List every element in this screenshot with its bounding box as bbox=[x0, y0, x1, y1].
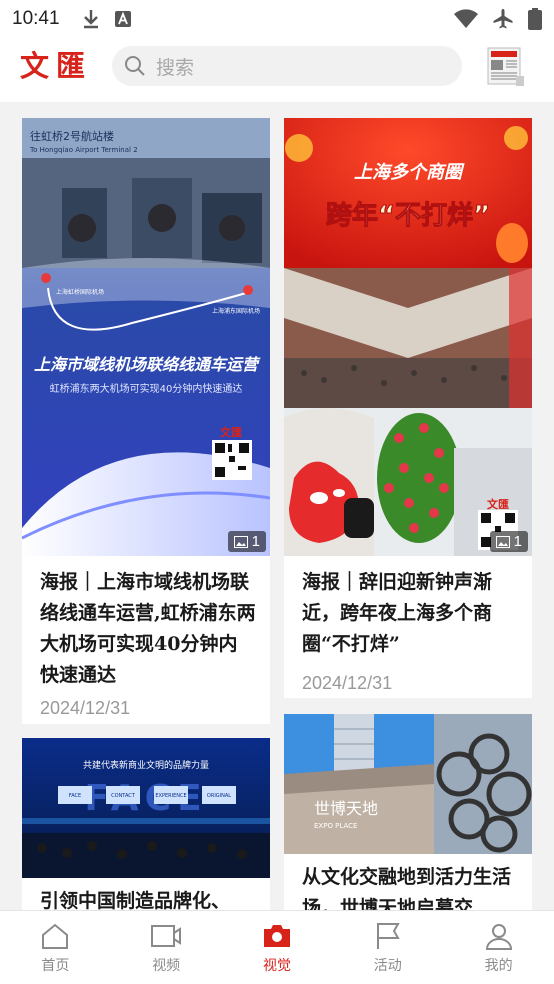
building-sign-en: EXPO PLACE bbox=[314, 822, 357, 830]
article-card[interactable]: 往虹桥2号航站楼 To Hongqiao Airport Terminal 2 … bbox=[22, 118, 270, 724]
font-app-icon bbox=[114, 11, 131, 27]
event-image: 共建代表新商业文明的品牌力量 FACE FACE CONTACT EXPERIE… bbox=[22, 738, 270, 878]
visual-feed[interactable]: 往虹桥2号航站楼 To Hongqiao Airport Terminal 2 … bbox=[0, 102, 554, 910]
person-icon bbox=[485, 924, 512, 950]
tab-label: 视觉 bbox=[262, 958, 291, 974]
banner-text: 共建代表新商业文明的品牌力量 bbox=[83, 759, 209, 771]
wenhui-logo-icon: 文 匯 bbox=[20, 49, 89, 83]
article-card[interactable]: 上海多个商圈 跨年“不打烊” 文匯 1 海报｜辞旧迎新钟声渐近，跨年夜上海多个商… bbox=[284, 118, 532, 698]
board-item: ORIGINAL bbox=[207, 793, 231, 799]
download-icon bbox=[83, 10, 98, 29]
building-image: 世博天地 EXPO PLACE bbox=[284, 714, 532, 854]
airplane-icon bbox=[493, 9, 513, 29]
board-item: FACE bbox=[69, 793, 81, 799]
poster-title-2: 跨年“不打烊” bbox=[326, 200, 490, 231]
sign-en: To Hongqiao Airport Terminal 2 bbox=[29, 146, 138, 154]
board-item: CONTACT bbox=[111, 793, 136, 799]
search-icon bbox=[125, 56, 145, 76]
card-title: 海报｜辞旧迎新钟声渐近，跨年夜上海多个商圈“不打烊” bbox=[302, 571, 493, 655]
app-logo[interactable]: 文 匯 bbox=[20, 48, 90, 89]
bottom-tab-bar: 首页 视频 视觉 活动 我的 bbox=[0, 910, 554, 984]
app-header: 文 匯 搜索 bbox=[0, 38, 554, 102]
camera-icon bbox=[263, 925, 290, 947]
battery-icon bbox=[528, 8, 542, 30]
tab-video[interactable]: 视频 bbox=[111, 911, 222, 984]
search-placeholder: 搜索 bbox=[156, 56, 195, 79]
image-icon bbox=[495, 535, 510, 548]
poster-title: 上海市域线机场联络线通车运营 bbox=[34, 355, 261, 374]
poster-title-1: 上海多个商圈 bbox=[354, 162, 465, 183]
card-title: 引领中国制造品牌化、 bbox=[40, 890, 231, 910]
poster-subtitle: 虹桥浦东两大机场可实现40分钟内快速通达 bbox=[50, 382, 243, 395]
tab-label: 首页 bbox=[41, 958, 70, 974]
card-date: 2024/12/31 bbox=[302, 673, 393, 693]
board-item: EXPERIENCE bbox=[155, 793, 186, 799]
newspaper-icon bbox=[487, 47, 524, 86]
flag-icon bbox=[376, 923, 400, 949]
poster-image: 上海多个商圈 跨年“不打烊” 文匯 1 bbox=[284, 118, 532, 556]
article-card[interactable]: 共建代表新商业文明的品牌力量 FACE FACE CONTACT EXPERIE… bbox=[22, 738, 270, 910]
tab-activity[interactable]: 活动 bbox=[332, 911, 443, 984]
card-title: 从文化交融地到活力生活场，世博天地启幕交 bbox=[302, 866, 512, 910]
tab-visual[interactable]: 视觉 bbox=[222, 911, 333, 984]
video-icon bbox=[151, 925, 182, 947]
building-sign: 世博天地 bbox=[314, 799, 378, 818]
tab-mine[interactable]: 我的 bbox=[443, 911, 554, 984]
home-icon bbox=[42, 923, 69, 949]
banner-sub: FACE bbox=[84, 778, 207, 819]
newspaper-button[interactable] bbox=[486, 46, 526, 88]
card-title: 海报｜上海市域线机场联络线通车运营,虹桥浦东两大机场可实现40分钟内快速通达 bbox=[40, 571, 256, 686]
card-date: 2024/12/31 bbox=[40, 698, 131, 718]
sign-text: 往虹桥2号航站楼 bbox=[30, 129, 114, 143]
image-icon bbox=[233, 535, 248, 548]
image-count: 1 bbox=[251, 533, 260, 550]
poster-logo: 文匯 bbox=[487, 497, 509, 511]
poster-image: 往虹桥2号航站楼 To Hongqiao Airport Terminal 2 … bbox=[22, 118, 270, 556]
station-a: 上海虹桥国际机场 bbox=[56, 288, 104, 296]
image-count-badge: 1 bbox=[227, 531, 266, 552]
image-count: 1 bbox=[513, 533, 522, 550]
wifi-icon bbox=[454, 9, 478, 28]
article-card[interactable]: 世博天地 EXPO PLACE 从文化交融地到活力生活场，世博天地启幕交 bbox=[284, 714, 532, 910]
search-input[interactable]: 搜索 bbox=[112, 46, 462, 86]
tab-home[interactable]: 首页 bbox=[0, 911, 111, 984]
tab-label: 我的 bbox=[484, 958, 513, 974]
tab-label: 视频 bbox=[152, 958, 181, 974]
image-count-badge: 1 bbox=[489, 531, 528, 552]
svg-text:文: 文 bbox=[20, 49, 53, 82]
svg-text:匯: 匯 bbox=[56, 49, 89, 82]
status-time: 10:41 bbox=[12, 8, 60, 29]
status-bar: 10:41 bbox=[0, 0, 554, 38]
station-b: 上海浦东国际机场 bbox=[212, 307, 260, 315]
poster-logo: 文匯 bbox=[220, 425, 242, 439]
tab-label: 活动 bbox=[373, 958, 402, 974]
